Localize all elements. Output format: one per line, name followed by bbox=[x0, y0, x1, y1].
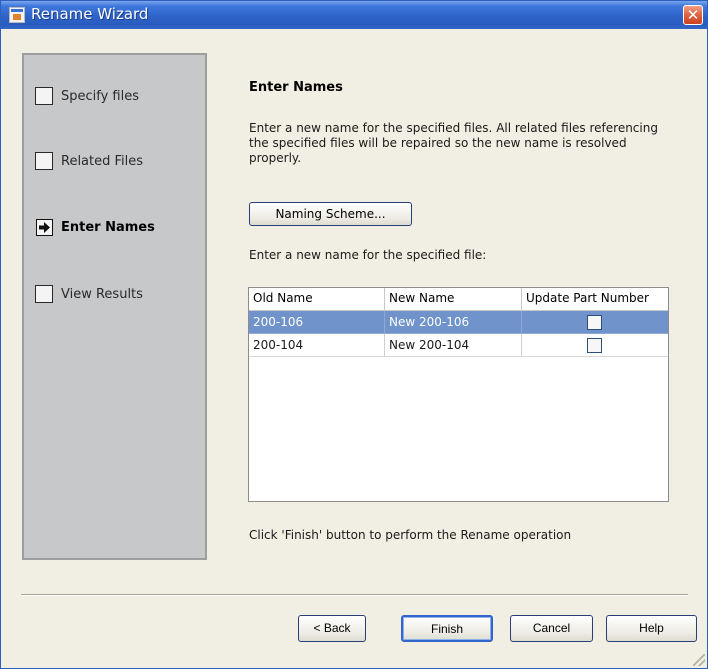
old-name-cell: 200-104 bbox=[249, 334, 385, 357]
window-title: Rename Wizard bbox=[31, 5, 149, 23]
table-row[interactable]: 200-104 New 200-104 bbox=[249, 334, 668, 357]
column-header-old-name[interactable]: Old Name bbox=[249, 288, 385, 310]
rename-table[interactable]: Old Name New Name Update Part Number 200… bbox=[248, 287, 669, 502]
page-description: Enter a new name for the specified files… bbox=[249, 121, 658, 165]
old-name-cell: 200-106 bbox=[249, 311, 385, 334]
app-icon bbox=[9, 7, 25, 23]
wizard-steps-panel: Specify files Related Files Enter Names … bbox=[22, 53, 207, 560]
divider bbox=[21, 594, 688, 596]
new-name-cell[interactable]: New 200-104 bbox=[385, 334, 522, 357]
checkbox-icon bbox=[35, 87, 53, 105]
table-caption: Enter a new name for the specified file: bbox=[249, 248, 487, 262]
resize-grip[interactable] bbox=[693, 654, 705, 666]
step-label: Related Files bbox=[61, 154, 144, 169]
update-part-number-checkbox[interactable] bbox=[587, 338, 602, 353]
finish-button[interactable]: Finish bbox=[401, 615, 493, 642]
table-header: Old Name New Name Update Part Number bbox=[249, 288, 668, 311]
checkbox-icon bbox=[35, 152, 53, 170]
rename-wizard-window: Rename Wizard ✕ Specify files Related Fi… bbox=[0, 0, 708, 669]
table-row[interactable]: 200-106 New 200-106 bbox=[249, 311, 668, 334]
page-title: Enter Names bbox=[249, 80, 343, 95]
step-label: Enter Names bbox=[61, 220, 155, 235]
update-part-number-checkbox[interactable] bbox=[587, 315, 602, 330]
close-button[interactable]: ✕ bbox=[683, 5, 703, 25]
new-name-cell[interactable]: New 200-106 bbox=[385, 311, 522, 334]
arrow-right-icon bbox=[36, 219, 53, 236]
step-label: View Results bbox=[61, 287, 143, 302]
step-label: Specify files bbox=[61, 89, 140, 104]
column-header-update-part-number[interactable]: Update Part Number bbox=[522, 288, 668, 310]
naming-scheme-button[interactable]: Naming Scheme... bbox=[249, 202, 412, 226]
checkbox-icon bbox=[35, 285, 53, 303]
back-button[interactable]: < Back bbox=[298, 615, 366, 642]
cancel-button[interactable]: Cancel bbox=[510, 615, 593, 642]
finish-instruction: Click 'Finish' button to perform the Ren… bbox=[249, 528, 572, 542]
help-button[interactable]: Help bbox=[606, 615, 697, 642]
column-header-new-name[interactable]: New Name bbox=[385, 288, 522, 310]
title-bar[interactable]: Rename Wizard ✕ bbox=[1, 1, 707, 29]
